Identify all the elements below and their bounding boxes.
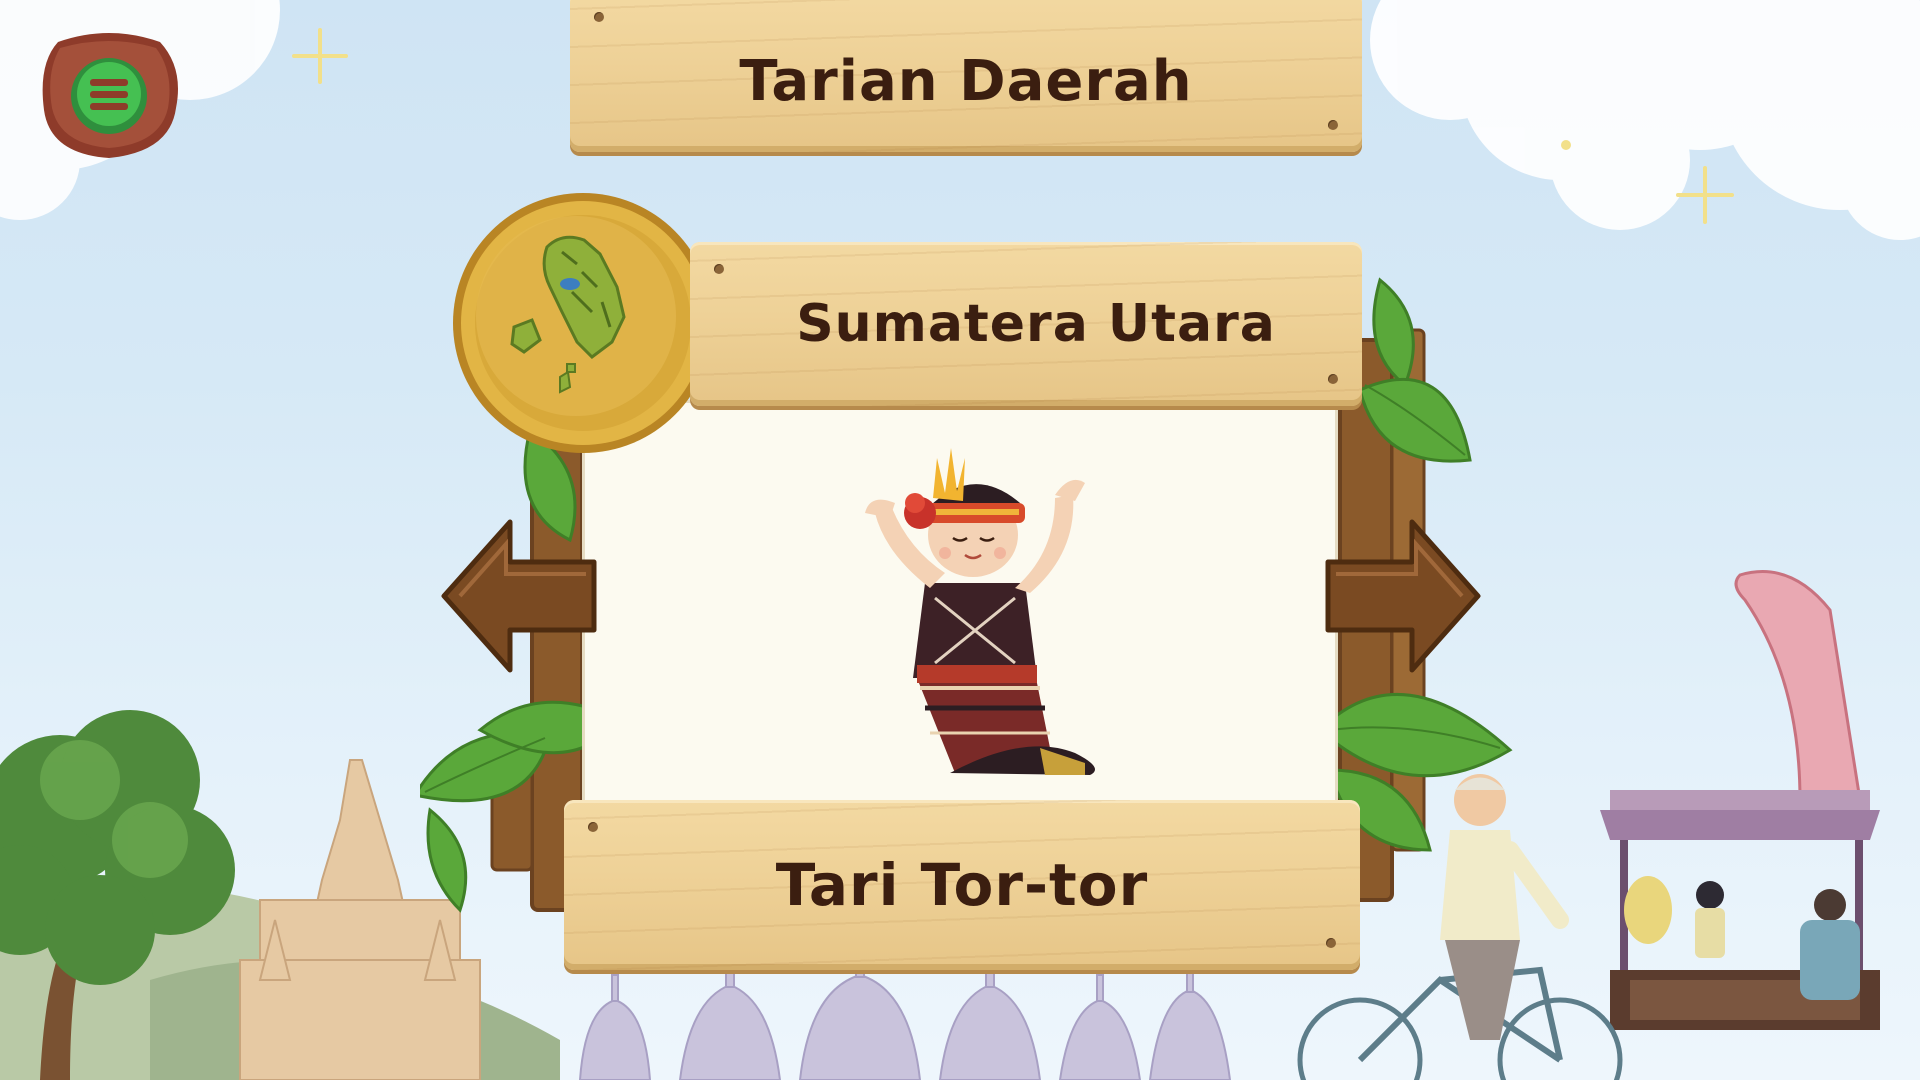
province-map-badge [452, 192, 714, 454]
dance-image-panel [582, 400, 1338, 811]
menu-icon [90, 79, 128, 110]
dance-name-plank: Tari Tor-tor [564, 800, 1360, 970]
previous-button[interactable] [440, 518, 600, 674]
title-plank: Tarian Daerah [570, 0, 1362, 152]
menu-button[interactable] [38, 28, 180, 162]
next-button[interactable] [1322, 518, 1482, 674]
province-plank: Sumatera Utara [690, 242, 1362, 406]
arrow-right-icon [1325, 519, 1481, 673]
arrow-left-icon [441, 519, 597, 673]
dance-name: Tari Tor-tor [775, 851, 1149, 919]
province-name: Sumatera Utara [796, 294, 1276, 354]
page-title: Tarian Daerah [739, 48, 1193, 114]
dancer-illustration [865, 448, 1095, 775]
